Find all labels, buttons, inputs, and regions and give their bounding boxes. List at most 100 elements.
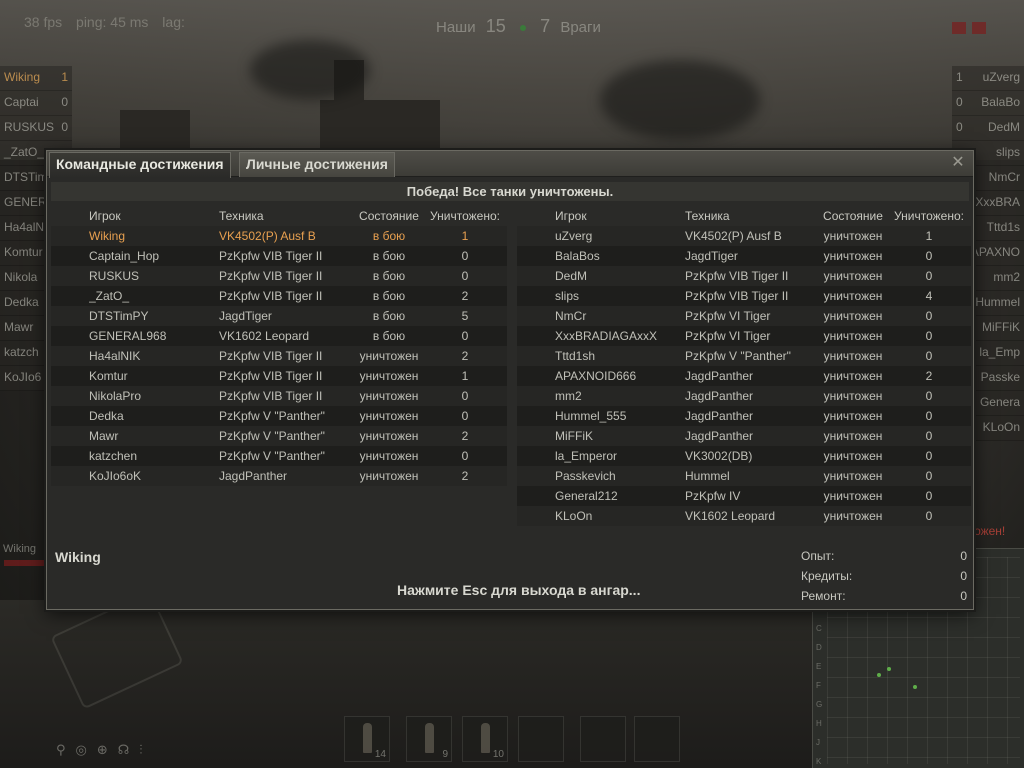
- table-row[interactable]: DTSTimPY JagdTiger в бою 5: [51, 306, 507, 326]
- enemy-list-item: 1 uZverg: [952, 66, 1024, 91]
- table-row[interactable]: Captain_Hop PzKpfw VIB Tiger II в бою 0: [51, 246, 507, 266]
- consumable-slot[interactable]: [518, 716, 564, 762]
- consumable-slot[interactable]: [580, 716, 626, 762]
- tank-cell: VK1602 Leopard: [219, 329, 310, 343]
- table-row[interactable]: Passkevich Hummel уничтожен 0: [517, 466, 971, 486]
- kills-cell: 2: [461, 289, 469, 303]
- table-row[interactable]: Komtur PzKpfw VIB Tiger II уничтожен 1: [51, 366, 507, 386]
- column-header-kills: Уничтожено:: [894, 209, 964, 223]
- table-row[interactable]: DedM PzKpfw VIB Tiger II уничтожен 0: [517, 266, 971, 286]
- player-cell: RUSKUS: [89, 269, 140, 283]
- reward-stat-label: Кредиты:: [801, 569, 853, 583]
- close-icon[interactable]: ✕: [949, 154, 967, 172]
- player-cell: NmCr: [555, 309, 587, 323]
- table-row[interactable]: GENERAL968 VK1602 Leopard в бою 0: [51, 326, 507, 346]
- state-cell: уничтожен: [823, 369, 883, 383]
- state-cell: уничтожен: [359, 449, 419, 463]
- state-cell: уничтожен: [823, 409, 883, 423]
- table-row[interactable]: BalaBos JagdTiger уничтожен 0: [517, 246, 971, 266]
- table-row[interactable]: NikolaPro PzKpfw VIB Tiger II уничтожен 0: [51, 386, 507, 406]
- state-cell: в бою: [372, 229, 406, 243]
- reward-stat-row: Ремонт: 0: [801, 586, 969, 606]
- ally-name: KoJIo6: [4, 370, 42, 384]
- tab-personal-achievements[interactable]: Личные достижения: [239, 152, 395, 177]
- enemy-name: NmCr: [988, 170, 1020, 184]
- column-header-tank: Техника: [219, 209, 264, 223]
- ally-list-item: Captai 0: [0, 91, 72, 116]
- table-row[interactable]: Tttd1sh PzKpfw V "Panther" уничтожен 0: [517, 346, 971, 366]
- ammo-count: 9: [442, 749, 448, 760]
- state-cell: уничтожен: [359, 429, 419, 443]
- enemy-name: KLoOn: [982, 420, 1020, 434]
- kills-cell: 0: [461, 269, 469, 283]
- ally-marker-icon: [887, 667, 891, 671]
- tank-cell: JagdPanther: [685, 389, 754, 403]
- table-row[interactable]: NmCr PzKpfw VI Tiger уничтожен 0: [517, 306, 971, 326]
- tab-team-achievements[interactable]: Командные достижения: [49, 152, 231, 178]
- table-row[interactable]: APAXNOID666 JagdPanther уничтожен 2: [517, 366, 971, 386]
- player-name-hud: Wiking: [3, 543, 37, 555]
- reward-stat-row: Кредиты: 0: [801, 566, 969, 586]
- kills-cell: 2: [461, 429, 469, 443]
- table-row[interactable]: mm2 JagdPanther уничтожен 0: [517, 386, 971, 406]
- table-row[interactable]: uZverg VK4502(P) Ausf B уничтожен 1: [517, 226, 971, 246]
- kills-cell: 0: [925, 309, 933, 323]
- enemy-list-item: 0 DedM: [952, 116, 1024, 141]
- kills-cell: 0: [925, 449, 933, 463]
- table-row[interactable]: Ha4alNIK PzKpfw VIB Tiger II уничтожен 2: [51, 346, 507, 366]
- table-row[interactable]: KLoOn VK1602 Leopard уничтожен 0: [517, 506, 971, 526]
- tank-cell: JagdPanther: [219, 469, 288, 483]
- kills-cell: 2: [461, 469, 469, 483]
- enemy-name: Hummel: [975, 295, 1020, 309]
- ally-name: katzch: [4, 345, 39, 359]
- column-header-player: Игрок: [89, 209, 121, 223]
- reward-stat-label: Ремонт:: [801, 589, 846, 603]
- ammo-slot[interactable]: 14: [344, 716, 390, 762]
- tank-cell: PzKpfw V "Panther": [219, 429, 325, 443]
- table-row[interactable]: slips PzKpfw VIB Tiger II уничтожен 4: [517, 286, 971, 306]
- table-row[interactable]: Dedka PzKpfw V "Panther" уничтожен 0: [51, 406, 507, 426]
- player-cell: Hummel_555: [555, 409, 627, 423]
- kills-cell: 0: [461, 329, 469, 343]
- kills-cell: 0: [925, 349, 933, 363]
- table-row[interactable]: Wiking VK4502(P) Ausf B в бою 1: [51, 226, 507, 246]
- table-row[interactable]: _ZatO_ PzKpfw VIB Tiger II в бою 2: [51, 286, 507, 306]
- tank-cell: PzKpfw V "Panther": [685, 349, 791, 363]
- ammo-slot[interactable]: 9: [406, 716, 452, 762]
- table-row[interactable]: katzchen PzKpfw V "Panther" уничтожен 0: [51, 446, 507, 466]
- tank-cell: PzKpfw IV: [685, 489, 741, 503]
- player-cell: Wiking: [89, 229, 126, 243]
- table-row[interactable]: MiFFiK JagdPanther уничтожен 0: [517, 426, 971, 446]
- fps-readout: 38 fps: [24, 14, 63, 30]
- kills-cell: 1: [461, 369, 469, 383]
- table-row[interactable]: General212 PzKpfw IV уничтожен 0: [517, 486, 971, 506]
- ammo-slot[interactable]: 10: [462, 716, 508, 762]
- kills-cell: 0: [461, 249, 469, 263]
- enemy-name: DedM: [987, 120, 1020, 134]
- consumable-slot[interactable]: [634, 716, 680, 762]
- minimap-row-letter: E: [816, 662, 822, 671]
- table-header: Игрок Техника Состояние Уничтожено:: [51, 206, 507, 226]
- ally-name: Wiking: [4, 70, 41, 84]
- tank-cell: PzKpfw VIB Tiger II: [219, 249, 323, 263]
- tank-cell: VK3002(DB): [685, 449, 753, 463]
- table-row[interactable]: RUSKUS PzKpfw VIB Tiger II в бою 0: [51, 266, 507, 286]
- table-row[interactable]: la_Emperor VK3002(DB) уничтожен 0: [517, 446, 971, 466]
- ammo-count: 14: [374, 749, 386, 760]
- enemy-frag-count: 0: [956, 120, 963, 134]
- table-row[interactable]: XxxBRADIAGAxxX PzKpfw VI Tiger уничтожен 0: [517, 326, 971, 346]
- ally-marker-icon: [877, 673, 881, 677]
- table-row[interactable]: Hummel_555 JagdPanther уничтожен 0: [517, 406, 971, 426]
- table-row[interactable]: KoJIo6oK JagdPanther уничтожен 2: [51, 466, 507, 486]
- table-row[interactable]: Mawr PzKpfw V "Panther" уничтожен 2: [51, 426, 507, 446]
- kills-cell: 1: [461, 229, 469, 243]
- enemy-frag-count: 0: [956, 95, 963, 109]
- state-cell: уничтожен: [823, 489, 883, 503]
- state-cell: уничтожен: [823, 349, 883, 363]
- kills-cell: 0: [925, 249, 933, 263]
- player-cell: GENERAL968: [89, 329, 167, 343]
- crew-icons: ⚲◎⊕☊⫶: [56, 742, 153, 757]
- exit-hint: Нажмите Esc для выхода в ангар...: [397, 582, 641, 598]
- player-damage-panel: Wiking: [0, 540, 48, 568]
- kills-cell: 0: [925, 489, 933, 503]
